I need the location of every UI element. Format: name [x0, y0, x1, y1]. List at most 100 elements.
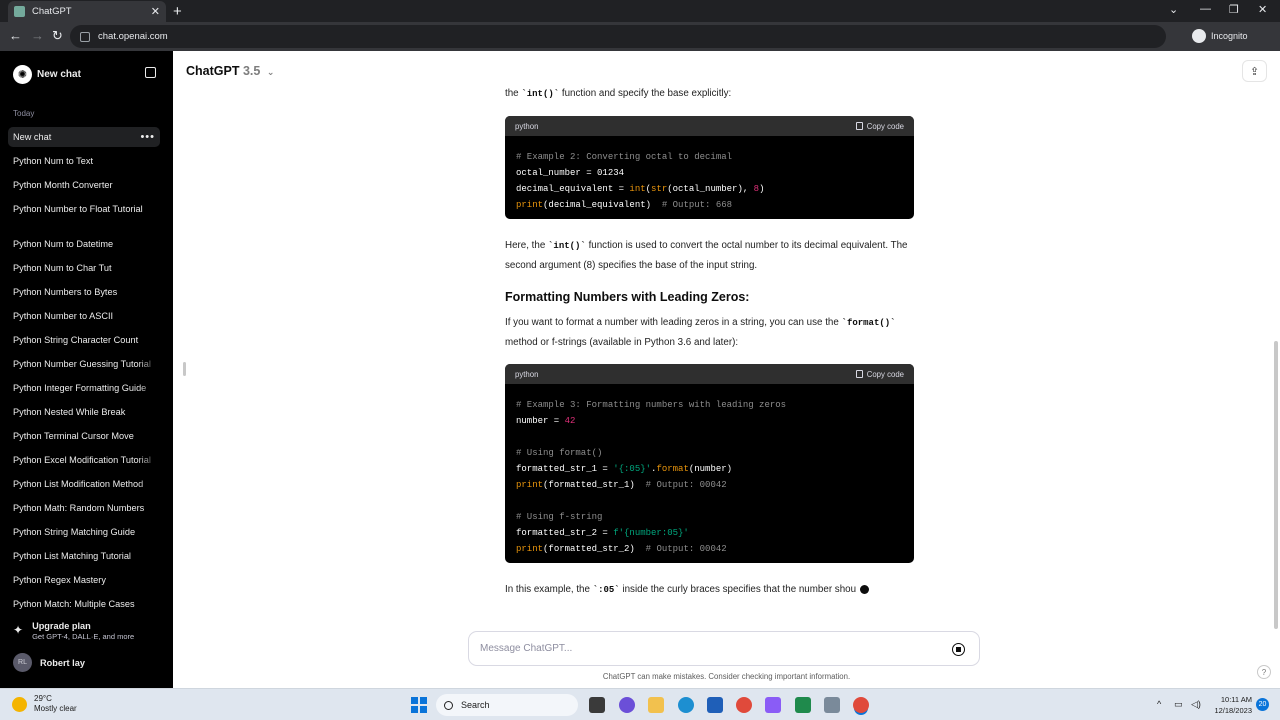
new-chat-button[interactable]: ✺ New chat [8, 63, 164, 85]
sidebar-item-active[interactable]: New chat ••• [8, 127, 160, 147]
clock-date: 12/18/2023 [1214, 706, 1252, 715]
sidebar-item-label: Python Excel Modification Tutorial [13, 455, 151, 465]
taskbar-search[interactable]: Search [436, 694, 578, 716]
address-bar[interactable]: chat.openai.com [70, 25, 1166, 48]
message-input[interactable]: Message ChatGPT... [468, 631, 980, 666]
edge-icon[interactable] [678, 697, 694, 713]
weather-widget[interactable]: 29°C Mostly clear [12, 694, 77, 714]
taskbar-search-label: Search [461, 700, 490, 710]
sidebar-item-label: Python Math: Random Numbers [13, 503, 145, 513]
incognito-indicator[interactable]: Incognito [1192, 29, 1248, 43]
maximize-button[interactable]: ❐ [1229, 3, 1239, 16]
code-block: python Copy code # Example 2: Converting… [505, 116, 914, 219]
code-content: # Example 3: Formatting numbers with lea… [516, 400, 787, 554]
chat-app-icon[interactable] [619, 697, 635, 713]
sidebar-item-label: Python List Modification Method [13, 479, 144, 489]
sidebar-item[interactable]: Python Math: Random Numbers [8, 498, 160, 518]
inline-code: `:05` [592, 585, 620, 595]
sidebar-item[interactable]: Python Terminal Cursor Move [8, 426, 160, 446]
sidebar-item[interactable]: Python Month Converter [8, 175, 160, 195]
sidebar-item[interactable]: Python List Matching Tutorial [8, 546, 160, 566]
start-button[interactable] [411, 697, 427, 713]
tray-chevron-icon[interactable]: ^ [1157, 699, 1161, 709]
upgrade-subtitle: Get GPT-4, DALL·E, and more [32, 632, 135, 641]
system-clock[interactable]: 10:11 AM 12/18/2023 [1208, 694, 1252, 716]
response-paragraph: If you want to format a number with lead… [505, 317, 896, 348]
weather-icon [12, 696, 27, 712]
sidebar-item[interactable]: Python Regex Mastery [8, 570, 160, 590]
sidebar-item-label: Python Num to Char Tut [13, 263, 112, 273]
code-language: python [515, 121, 539, 131]
sidebar-item[interactable]: Python Number to ASCII [8, 306, 160, 326]
tab-search-icon[interactable]: ⌄ [1169, 3, 1178, 16]
help-button[interactable]: ? [1257, 665, 1271, 679]
copy-code-button[interactable]: Copy code [855, 122, 904, 131]
copy-code-button[interactable]: Copy code [855, 369, 904, 379]
sidebar-item[interactable]: Python Nested While Break [8, 402, 160, 422]
sidebar-item[interactable]: Python Integer Formatting Guide [8, 378, 160, 398]
sidebar-item[interactable]: Python Num to Text [8, 151, 160, 171]
sidebar-item-label: Python Month Converter [13, 180, 113, 190]
sidebar-item[interactable]: Python Num to Datetime [8, 234, 160, 254]
reload-button[interactable]: ↻ [52, 28, 63, 44]
file-explorer-icon[interactable] [648, 697, 664, 713]
model-selector[interactable]: ChatGPT 3.5 ⌄ [186, 64, 274, 78]
more-options-icon[interactable]: ••• [140, 127, 155, 147]
clipboard-icon [855, 370, 863, 378]
edit-icon[interactable] [145, 67, 156, 78]
sidebar-item-label: Python Number to ASCII [13, 311, 114, 321]
sidebar-item[interactable]: Python Number to Float Tutorial [8, 199, 160, 219]
chrome-active-icon[interactable] [853, 697, 869, 713]
app-icon[interactable] [824, 697, 840, 713]
sidebar-item[interactable]: Python Num to Char Tut [8, 258, 160, 278]
weather-desc: Mostly clear [34, 704, 77, 713]
response-paragraph: In this example, the `:05` inside the cu… [505, 580, 965, 600]
sidebar-collapse-handle[interactable] [183, 362, 186, 376]
new-tab-button[interactable]: + [173, 3, 182, 20]
store-icon[interactable] [707, 697, 723, 713]
code-language: python [515, 369, 539, 379]
task-view-icon[interactable] [589, 697, 605, 713]
sidebar-item-label: Python Number Guessing Tutorial [13, 359, 151, 369]
sidebar-item-label: Python Nested While Break [13, 407, 126, 417]
stop-generating-button[interactable] [952, 643, 965, 656]
app-icon[interactable] [765, 697, 781, 713]
chevron-down-icon: ⌄ [266, 67, 275, 77]
forward-button[interactable]: → [31, 28, 44, 43]
sparkle-icon: ✦ [13, 623, 24, 637]
scrollbar[interactable] [1274, 341, 1278, 629]
back-button[interactable]: ← [9, 28, 22, 43]
browser-tab[interactable]: ChatGPT ✕ [8, 1, 166, 22]
sidebar-item[interactable]: Python List Modification Method [8, 474, 160, 494]
sidebar-item[interactable]: Python Number Guessing Tutorial [8, 354, 160, 374]
incognito-icon [1192, 29, 1206, 43]
clock-time: 10:11 AM [1220, 695, 1252, 704]
copy-code-label: Copy code [866, 369, 904, 379]
share-button[interactable]: ⇪ [1242, 60, 1267, 82]
window-close-button[interactable]: ✕ [1258, 3, 1267, 16]
sidebar-item[interactable]: Python Match: Multiple Cases [8, 594, 160, 614]
user-menu[interactable]: RL Robert lay [13, 653, 85, 672]
upgrade-plan-button[interactable]: ✦ Upgrade plan Get GPT-4, DALL·E, and mo… [13, 621, 134, 641]
chrome-icon[interactable] [736, 697, 752, 713]
disclaimer: ChatGPT can make mistakes. Consider chec… [602, 672, 851, 681]
tab-close-icon[interactable]: ✕ [151, 5, 160, 18]
sidebar-item[interactable]: Python Excel Modification Tutorial [8, 450, 160, 470]
sidebar-item[interactable]: Python String Matching Guide [8, 522, 160, 542]
site-info-icon[interactable] [80, 31, 90, 42]
code-block-header: python Copy code [505, 364, 914, 384]
sidebar-item[interactable]: Python String Character Count [8, 330, 160, 350]
sidebar-item[interactable]: Python Numbers to Bytes [8, 282, 160, 302]
minimize-button[interactable]: — [1200, 3, 1211, 15]
search-icon [444, 700, 453, 710]
typing-indicator-icon [860, 584, 870, 594]
volume-icon[interactable]: ◁) [1191, 699, 1201, 710]
excel-icon[interactable] [795, 697, 811, 713]
network-icon[interactable]: ▭ [1174, 699, 1183, 710]
incognito-label: Incognito [1211, 31, 1248, 41]
sidebar-item-label: Python String Character Count [13, 335, 139, 345]
sidebar-item-label: Python Num to Datetime [13, 239, 114, 249]
notification-badge[interactable]: 20 [1256, 698, 1269, 711]
model-version: 3.5 [242, 64, 261, 78]
tab-title: ChatGPT [32, 6, 72, 17]
